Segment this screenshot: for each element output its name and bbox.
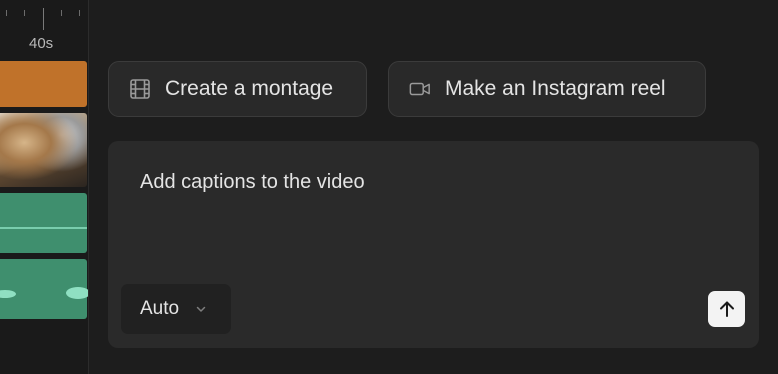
ruler-tick [79,10,80,16]
film-icon [129,78,151,100]
make-instagram-reel-button[interactable]: Make an Instagram reel [388,61,706,117]
ruler-tick [24,10,25,16]
video-camera-icon [409,78,431,100]
mode-dropdown-label: Auto [140,298,180,319]
ruler-time-label: 40s [29,35,54,52]
prompt-composer[interactable]: Add captions to the video Auto [108,141,759,348]
send-button[interactable] [708,291,745,327]
timeline-clip-audio[interactable] [0,259,88,319]
create-montage-button[interactable]: Create a montage [108,61,367,117]
audio-waveform [0,290,16,298]
chevron-down-icon [195,303,207,315]
mode-dropdown[interactable]: Auto [121,284,231,334]
make-instagram-reel-label: Make an Instagram reel [445,77,666,100]
audio-waveform [0,227,87,229]
ruler-tick [61,10,62,16]
audio-waveform [66,287,88,299]
timeline-panel[interactable]: 40s [0,0,89,374]
create-montage-label: Create a montage [165,77,334,100]
timeline-ruler[interactable]: 40s [0,0,88,58]
timeline-clip-audio[interactable] [0,193,87,253]
arrow-up-icon [717,299,737,319]
timeline-clip-overlay[interactable] [0,61,87,107]
timeline-clip-video[interactable] [0,113,87,187]
editor-root: 40s Create a montage Make an Instagram r… [0,0,778,374]
ruler-tick [6,10,7,16]
prompt-input[interactable]: Add captions to the video [140,171,365,194]
ruler-major-tick [43,8,44,30]
